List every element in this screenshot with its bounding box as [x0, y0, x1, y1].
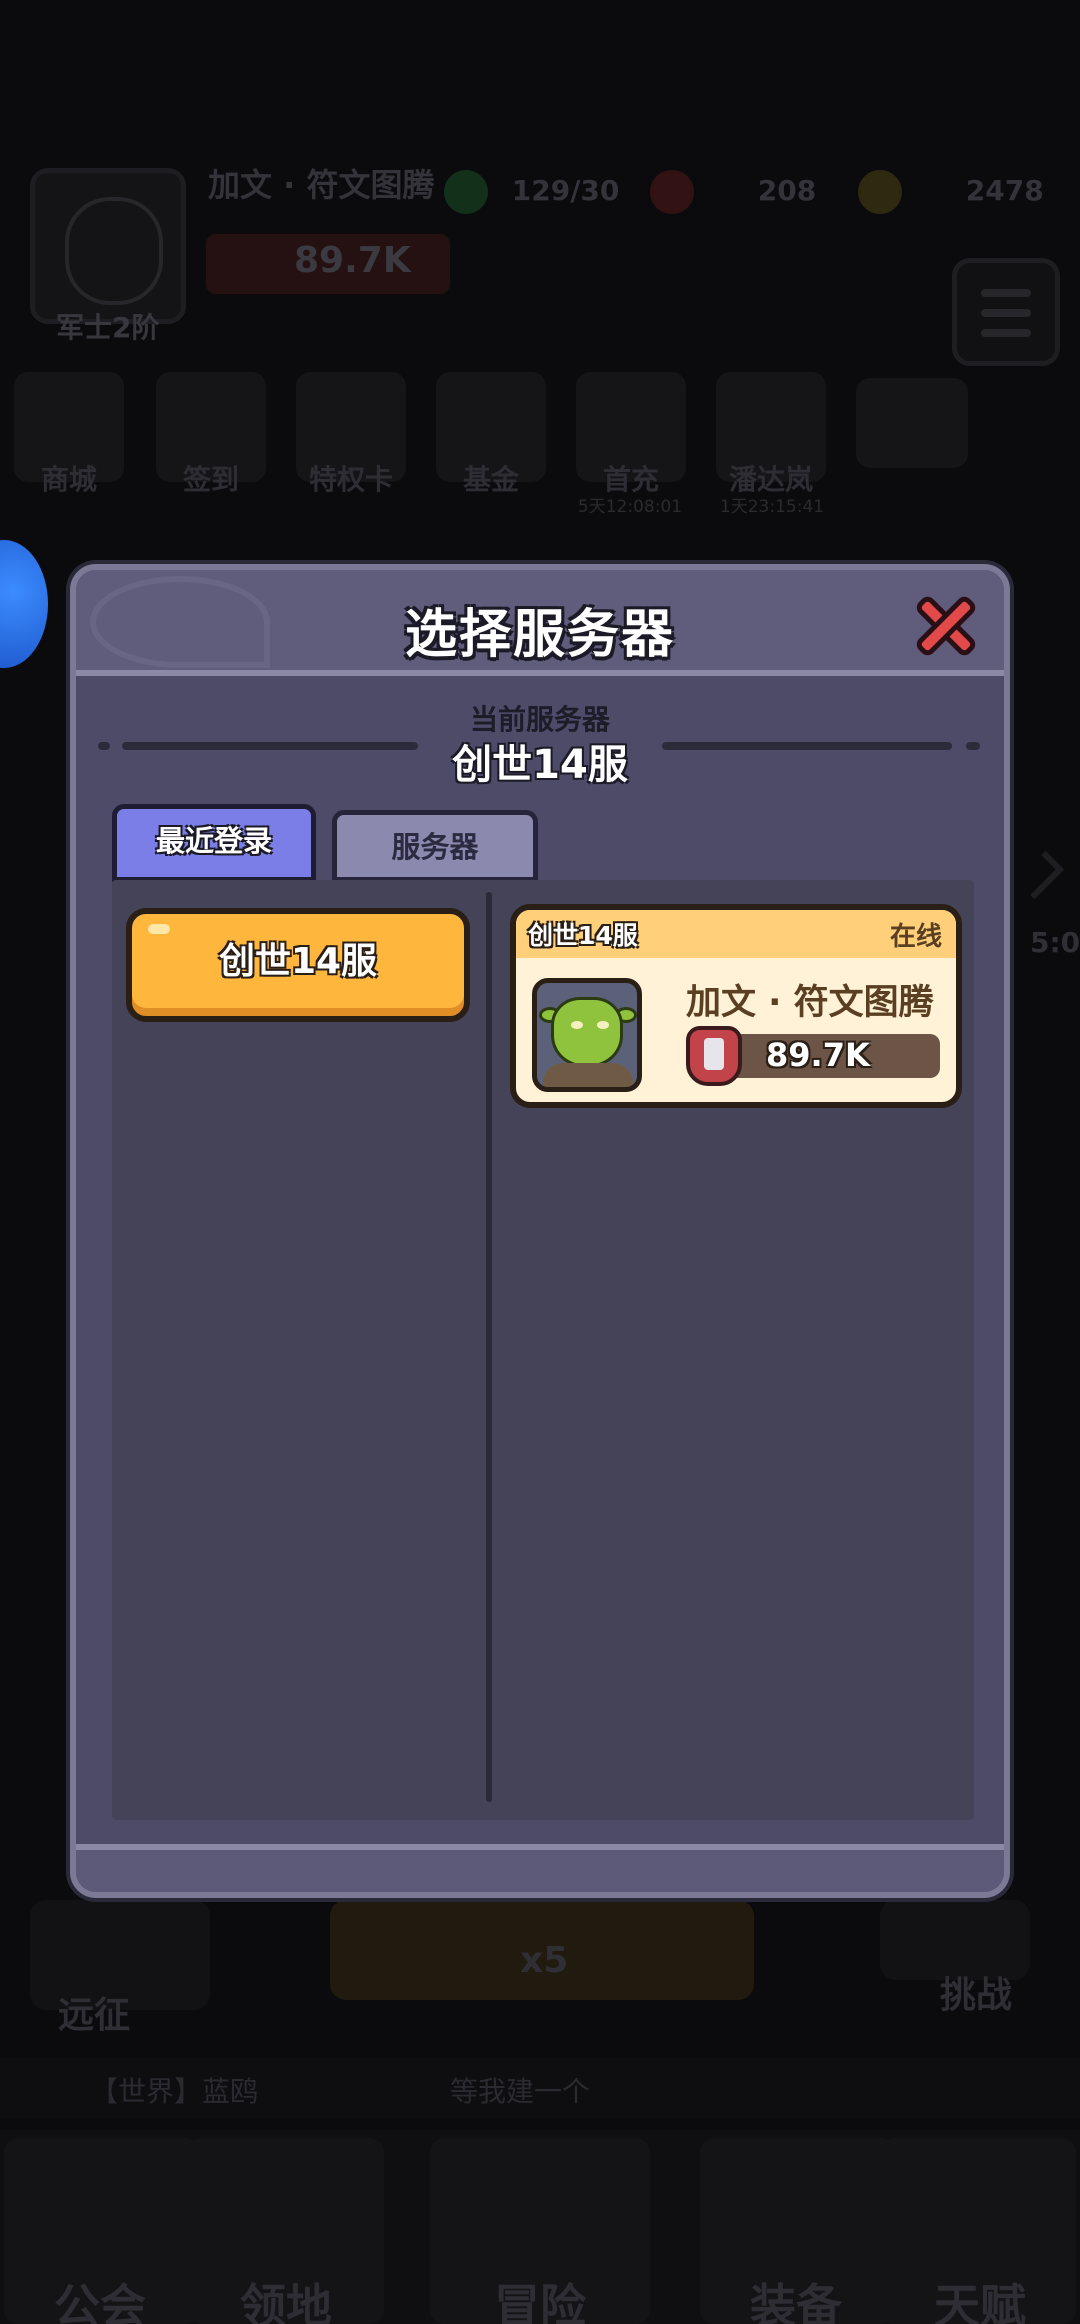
orc-avatar-icon: [532, 978, 642, 1092]
power-shield-icon: [686, 1026, 742, 1086]
privilege-card-label: 特权卡: [308, 463, 393, 496]
nav-talent-label: 天赋: [934, 2279, 1026, 2324]
character-name: 加文 · 符文图腾: [686, 983, 934, 1023]
panel-divider: [486, 892, 492, 1802]
chevron-right-icon: [1015, 850, 1065, 900]
current-server-value: 创世14服: [452, 742, 628, 788]
server-list-panel: 创世14服 创世14服 在线 加文 · 符文图腾 89.7K: [112, 880, 974, 1820]
dialog-title: 选择服务器: [404, 605, 675, 665]
fund-label: 基金: [462, 463, 519, 496]
chat-channel: 【世界】蓝鸥: [90, 2075, 259, 2108]
dialog-header: 选择服务器: [76, 570, 1004, 676]
character-card[interactable]: 创世14服 在线 加文 · 符文图腾 89.7K: [510, 904, 962, 1108]
character-power: 89.7K: [766, 1036, 870, 1074]
gold-stat: 2478: [858, 170, 1044, 214]
pandaren-timer: 1天23:15:41: [719, 497, 825, 517]
player-name: 加文 · 符文图腾: [208, 166, 435, 204]
divider-line: [662, 742, 952, 750]
blue-orb-icon: [0, 540, 48, 668]
checkin-label: 签到: [182, 463, 239, 496]
player-rank: 军士2阶: [56, 311, 160, 344]
tab-servers[interactable]: 服务器: [332, 810, 538, 882]
stamina-icon: [444, 170, 488, 214]
gem-icon: [650, 170, 694, 214]
dialog-footer: [76, 1844, 1004, 1892]
chat-message: 等我建一个: [450, 2075, 591, 2108]
power-text: 89.7K: [294, 240, 411, 281]
character-server: 创世14服: [528, 921, 638, 950]
online-status: 在线: [889, 922, 942, 952]
menu-button: [952, 258, 1060, 366]
nav-adventure-label: 冒险: [494, 2279, 586, 2324]
stamina-stat: 129/30: [444, 170, 619, 214]
tab-recent-login[interactable]: 最近登录: [112, 804, 316, 882]
nav-territory-label: 领地: [240, 2279, 332, 2324]
challenge-label: 挑战: [940, 1975, 1013, 2016]
gold-icon: [858, 170, 902, 214]
side-timer: 5:01: [1030, 926, 1080, 959]
nav-guild-label: 公会: [54, 2279, 146, 2324]
close-button[interactable]: [906, 588, 984, 660]
first-charge-timer: 5天12:08:01: [577, 497, 683, 517]
server-select-dialog: 选择服务器 当前服务器 创世14服 最近登录 服务器 创世14服 创世14服 在…: [70, 564, 1010, 1898]
gem-stat: 208: [650, 170, 816, 214]
shop-label: 商城: [40, 463, 97, 496]
recent-server-button[interactable]: 创世14服: [126, 908, 470, 1022]
expedition-label: 远征: [58, 1995, 131, 2036]
divider-line: [966, 742, 980, 750]
mail-icon: [856, 378, 968, 468]
adventure-multiplier: x5: [520, 1940, 569, 1981]
nav-equipment-label: 装备: [750, 2279, 842, 2324]
player-avatar: [30, 168, 186, 324]
